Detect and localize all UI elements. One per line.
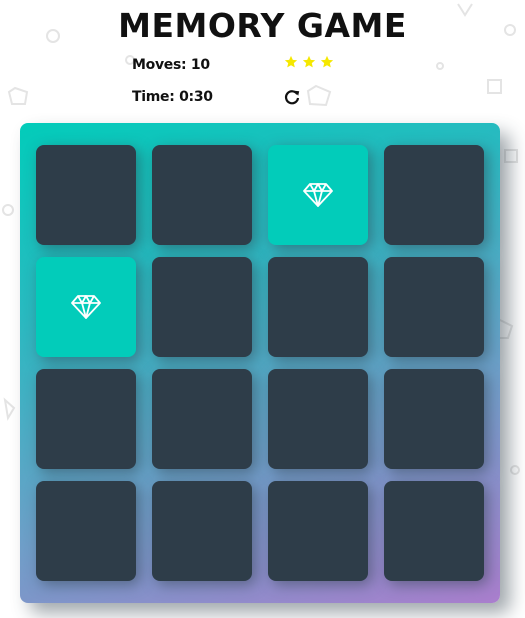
diamond-icon (71, 295, 101, 319)
card[interactable] (268, 481, 368, 581)
card[interactable] (268, 369, 368, 469)
card-deck (20, 123, 500, 603)
card[interactable] (152, 369, 252, 469)
card[interactable] (384, 481, 484, 581)
moves-counter: Moves: 10 (132, 57, 210, 73)
card[interactable] (384, 257, 484, 357)
card[interactable] (152, 481, 252, 581)
star-icon (302, 55, 316, 68)
star-icon (320, 55, 334, 68)
card[interactable] (268, 145, 368, 245)
card[interactable] (152, 145, 252, 245)
card[interactable] (268, 257, 368, 357)
diamond-icon (303, 183, 333, 207)
card[interactable] (36, 257, 136, 357)
timer: Time: 0:30 (132, 89, 213, 105)
card[interactable] (36, 481, 136, 581)
restart-icon[interactable] (284, 89, 300, 105)
card[interactable] (152, 257, 252, 357)
card[interactable] (384, 145, 484, 245)
star-rating (284, 55, 334, 69)
star-icon (284, 55, 298, 68)
card[interactable] (36, 145, 136, 245)
card[interactable] (36, 369, 136, 469)
card[interactable] (384, 369, 484, 469)
page-title: MEMORY GAME (118, 6, 407, 45)
